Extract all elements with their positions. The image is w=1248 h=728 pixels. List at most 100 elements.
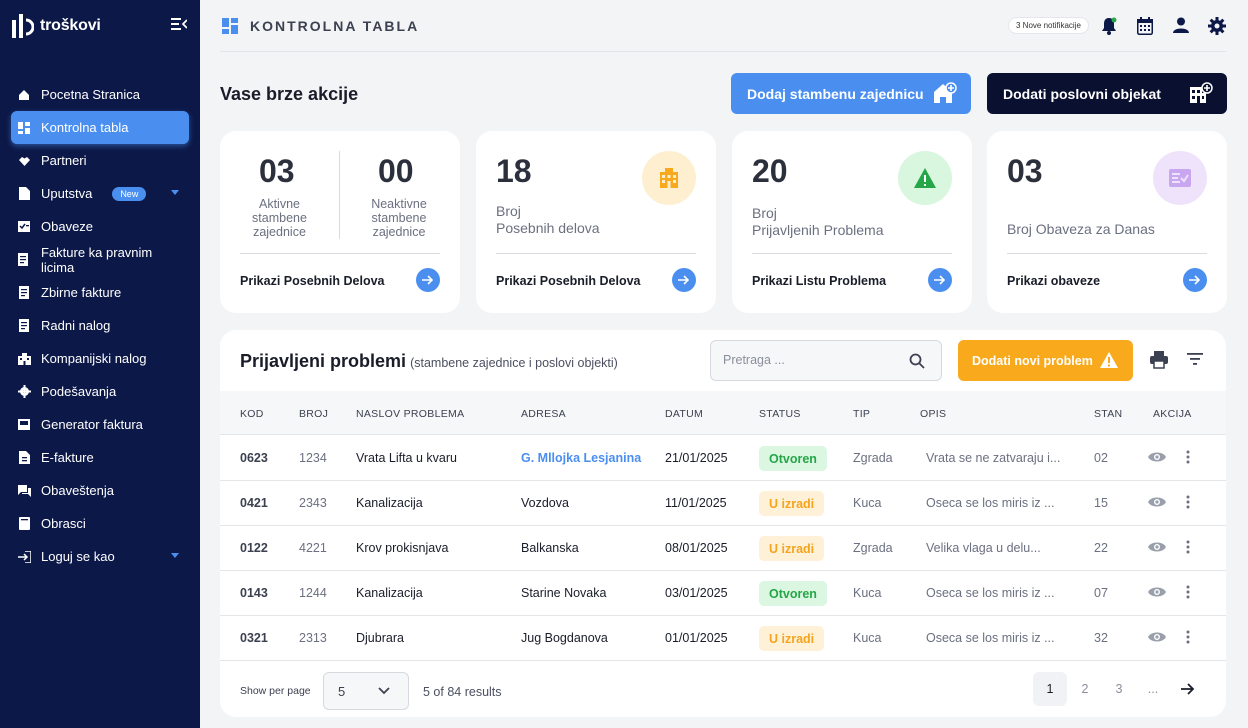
house-plus-icon [934,82,957,103]
cell-adresa: Starine Novaka [521,586,607,600]
sidebar-item-radni-nalog[interactable]: Radni nalog [11,309,189,342]
chat-icon [17,484,31,498]
more-actions-icon[interactable] [1186,585,1190,599]
sidebar-item-kompanijski-nalog[interactable]: Kompanijski nalog [11,342,189,375]
sidebar-item-kontrolna-tabla[interactable]: Kontrolna tabla [11,111,189,144]
more-actions-icon[interactable] [1186,450,1190,464]
chevron-down-icon[interactable] [171,553,179,558]
cell-datum: 11/01/2025 [665,496,727,510]
obligations-count: 03 [1007,153,1043,189]
table-row[interactable]: 0143 1244 Kanalizacija Starine Novaka 03/01/… [220,571,1226,616]
divider [752,253,952,254]
column-header[interactable]: STATUS [759,408,801,420]
cell-kod: 0623 [240,451,268,465]
cell-tip: Kuca [853,631,882,645]
sidebar-item-obaveze[interactable]: Obaveze [11,210,189,243]
building-icon [642,151,696,205]
calendar-icon[interactable] [1137,17,1153,35]
inactive-communities-label: Neaktivne stambene zajednice [371,197,427,239]
sidebar-item-label: Kompanijski nalog [41,351,147,366]
gear-icon[interactable] [1208,17,1226,35]
page-1[interactable]: 1 [1033,672,1067,706]
cell-tip: Zgrada [853,541,893,555]
column-header[interactable]: OPIS [920,408,946,420]
arrow-right-icon[interactable] [416,268,440,292]
eye-icon[interactable] [1148,451,1166,463]
per-page-select[interactable]: 5 [323,672,409,710]
sidebar-item-loguj-se-kao[interactable]: Loguj se kao [11,540,189,573]
arrow-right-icon[interactable] [1183,268,1207,292]
status-badge: Otvoren [759,446,827,471]
parts-count: 18 [496,153,532,189]
column-header[interactable]: DATUM [665,408,703,420]
cell-adresa[interactable]: G. Mllojka Lesjanina [521,451,641,465]
sidebar-item-uputstva[interactable]: Uputstva New [11,177,189,210]
sidebar-item-partneri[interactable]: Partneri [11,144,189,177]
arrow-right-icon[interactable] [672,268,696,292]
divider [496,253,696,254]
table-row[interactable]: 0421 2343 Kanalizacija Vozdova 11/01/2025 U i… [220,481,1226,526]
column-header[interactable]: TIP [853,408,870,420]
cell-broj: 2313 [299,631,327,645]
table-row[interactable]: 0623 1234 Vrata Lifta u kvaru G. Mllojka Le… [220,436,1226,481]
search-field[interactable] [710,340,942,381]
search-icon[interactable] [909,353,925,369]
gear-icon [17,385,31,399]
chevron-down-icon [378,687,390,695]
add-problem-button[interactable]: Dodati novi problem [958,340,1133,381]
sidebar-item-pocetna[interactable]: Pocetna Stranica [11,78,189,111]
user-icon[interactable] [1173,17,1189,33]
next-page-button[interactable] [1171,672,1205,706]
eye-icon[interactable] [1148,586,1166,598]
more-actions-icon[interactable] [1186,495,1190,509]
page-3[interactable]: 3 [1102,672,1136,706]
table-header: KOD BROJ NASLOV PROBLEMA ADRESA DATUM ST… [220,391,1226,435]
cell-adresa: Vozdova [521,496,569,510]
more-actions-icon[interactable] [1186,630,1190,644]
cell-tip: Kuca [853,496,882,510]
search-input[interactable] [723,353,893,367]
sidebar-item-obavestenja[interactable]: Obaveštenja [11,474,189,507]
cell-tip: Zgrada [853,451,893,465]
sidebar-item-fakture-pravna-lica[interactable]: Fakture ka pravnim licima [11,243,189,276]
quick-actions-title: Vase brze akcije [220,84,359,104]
app-name: troškovi [40,17,101,34]
show-parts-link[interactable]: Prikazi Posebnih Delova [240,274,385,288]
show-problems-link[interactable]: Prikazi Listu Problema [752,274,886,288]
sidebar-item-podesavanja[interactable]: Podešavanja [11,375,189,408]
show-obligations-link[interactable]: Prikazi obaveze [1007,274,1100,288]
add-business-button[interactable]: Dodati poslovni objekat [987,73,1227,114]
bell-icon[interactable] [1101,17,1117,35]
column-header[interactable]: NASLOV PROBLEMA [356,408,464,420]
sidebar-item-zbirne-fakture[interactable]: Zbirne fakture [11,276,189,309]
problems-label: Broj Prijavljenih Problema [752,205,884,238]
column-header[interactable]: STAN [1094,408,1122,420]
eye-icon[interactable] [1148,541,1166,553]
chevron-down-icon[interactable] [171,190,179,195]
arrow-right-icon [1181,683,1195,695]
arrow-right-icon[interactable] [928,268,952,292]
column-header[interactable]: ADRESA [521,408,566,420]
sidebar-item-obrasci[interactable]: Obrasci [11,507,189,540]
column-header[interactable]: BROJ [299,408,328,420]
collapse-menu-icon[interactable] [171,18,187,30]
app-logo[interactable]: troškovi [12,14,101,38]
sidebar-nav: Pocetna Stranica Kontrolna tabla Partner… [11,78,189,573]
notifications-badge[interactable]: 3 Nove notifikacije [1008,17,1089,34]
eye-icon[interactable] [1148,496,1166,508]
filter-icon[interactable] [1187,352,1203,366]
more-actions-icon[interactable] [1186,540,1190,554]
checklist-icon [17,220,31,234]
cell-stan: 22 [1094,541,1108,555]
cell-kod: 0143 [240,586,268,600]
page-2[interactable]: 2 [1068,672,1102,706]
eye-icon[interactable] [1148,631,1166,643]
table-row[interactable]: 0321 2313 Djubrara Jug Bogdanova 01/01/2025 U… [220,616,1226,661]
table-row[interactable]: 0122 4221 Krov prokisnjava Balkanska 08/01/2… [220,526,1226,571]
sidebar-item-generator-faktura[interactable]: Generator faktura [11,408,189,441]
sidebar-item-e-fakture[interactable]: E-fakture [11,441,189,474]
show-parts-link[interactable]: Prikazi Posebnih Delova [496,274,641,288]
print-icon[interactable] [1150,351,1168,369]
column-header[interactable]: KOD [240,408,264,420]
add-community-button[interactable]: Dodaj stambenu zajednicu [731,73,971,114]
